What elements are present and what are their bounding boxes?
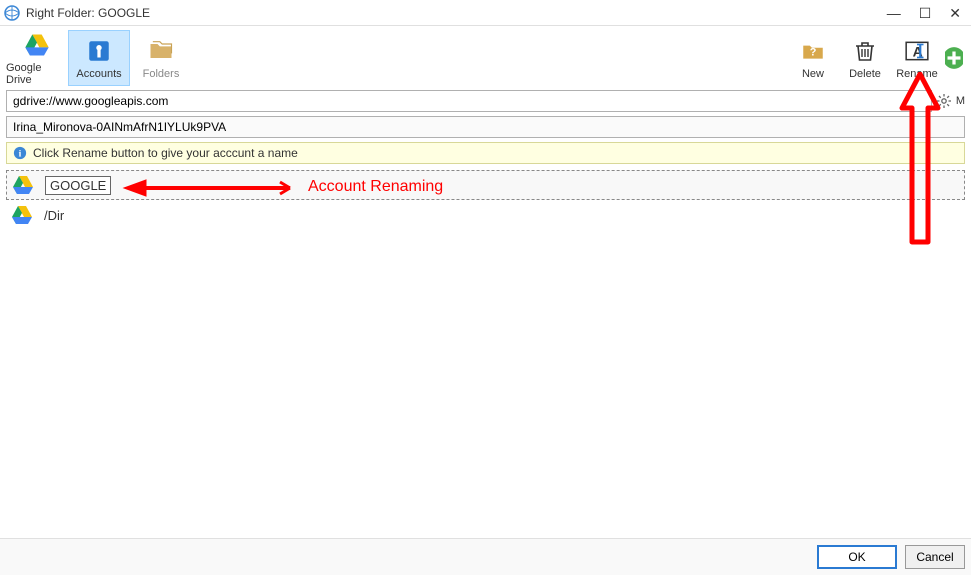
- extra-button[interactable]: [945, 30, 963, 86]
- trash-icon: [850, 36, 880, 66]
- google-drive-label: Google Drive: [6, 62, 68, 86]
- dialog-buttons: OK Cancel: [0, 538, 971, 575]
- account-name-editable[interactable]: GOOGLE: [45, 176, 111, 195]
- main-toolbar: Google Drive Accounts Folders ? New Del: [0, 26, 971, 90]
- account-input[interactable]: [6, 116, 965, 138]
- folders-button[interactable]: Folders: [130, 30, 192, 86]
- list-row[interactable]: /Dir: [6, 200, 965, 230]
- accounts-button[interactable]: Accounts: [68, 30, 130, 86]
- url-input[interactable]: [6, 90, 932, 112]
- window-controls: — ☐ ✕: [887, 6, 967, 20]
- google-drive-icon: [11, 173, 35, 197]
- info-icon: i: [13, 146, 27, 160]
- plus-icon: [945, 43, 963, 73]
- m-label: M: [956, 95, 965, 107]
- new-folder-icon: ?: [798, 36, 828, 66]
- svg-text:i: i: [19, 149, 22, 160]
- svg-text:?: ?: [810, 46, 817, 58]
- window-title: Right Folder: GOOGLE: [26, 6, 887, 20]
- close-button[interactable]: ✕: [949, 6, 961, 20]
- folders-label: Folders: [143, 68, 180, 80]
- google-drive-button[interactable]: Google Drive: [6, 30, 68, 86]
- google-drive-icon: [10, 203, 34, 227]
- delete-button[interactable]: Delete: [841, 30, 889, 86]
- annotation-arrow-up: [898, 72, 942, 252]
- annotation-text: Account Renaming: [308, 178, 443, 196]
- info-text: Click Rename button to give your acccunt…: [33, 146, 298, 160]
- cancel-button[interactable]: Cancel: [905, 545, 965, 569]
- ok-button[interactable]: OK: [817, 545, 897, 569]
- annotation-arrow-left: [120, 176, 300, 200]
- app-icon: [4, 5, 20, 21]
- folders-icon: [146, 36, 176, 66]
- info-bar: i Click Rename button to give your acccu…: [6, 142, 965, 164]
- dir-label: /Dir: [44, 208, 64, 223]
- minimize-button[interactable]: —: [887, 6, 901, 20]
- delete-label: Delete: [849, 68, 881, 80]
- google-drive-icon: [22, 30, 52, 60]
- rename-icon: A: [902, 36, 932, 66]
- maximize-button[interactable]: ☐: [919, 6, 932, 20]
- new-button[interactable]: ? New: [789, 30, 837, 86]
- new-label: New: [802, 68, 824, 80]
- titlebar: Right Folder: GOOGLE — ☐ ✕: [0, 0, 971, 26]
- accounts-icon: [84, 36, 114, 66]
- accounts-label: Accounts: [76, 68, 121, 80]
